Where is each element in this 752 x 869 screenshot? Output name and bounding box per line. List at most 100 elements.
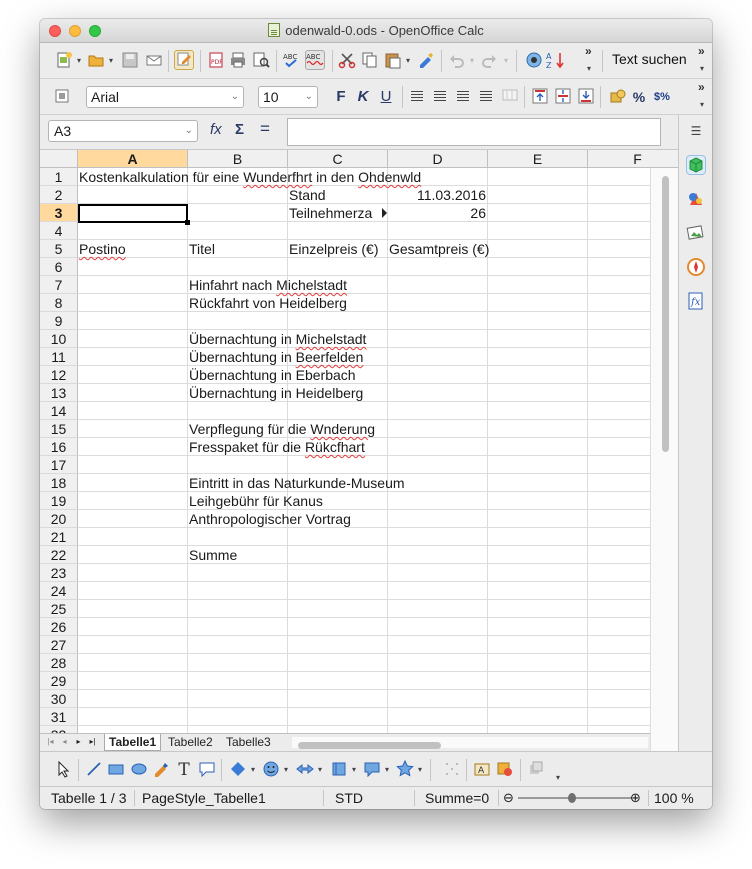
name-box-chevron-icon[interactable]: ⌄ [185,121,193,141]
row-header-2[interactable]: 2 [40,186,78,204]
row-header-16[interactable]: 16 [40,438,78,456]
row-header-15[interactable]: 15 [40,420,78,438]
row-header-31[interactable]: 31 [40,708,78,726]
horizontal-scrollbar-thumb[interactable] [298,742,441,749]
cell-b5[interactable]: Titel [188,240,215,258]
row-header-30[interactable]: 30 [40,690,78,708]
column-header-e[interactable]: E [488,150,588,168]
paste-dropdown-icon[interactable]: ▾ [404,51,412,71]
freeform-tool-icon[interactable] [151,760,171,780]
row-header-12[interactable]: 12 [40,366,78,384]
row-header-6[interactable]: 6 [40,258,78,276]
select-all-corner[interactable] [40,150,78,168]
zoom-in-icon[interactable]: ⊕ [630,787,641,809]
tab-tabelle2[interactable]: Tabelle2 [164,734,217,751]
row-header-10[interactable]: 10 [40,330,78,348]
spellcheck-icon[interactable]: ABC [282,51,302,71]
edit-mode-icon[interactable] [174,50,194,70]
redo-icon[interactable] [480,51,500,71]
format-toolbar-overflow-icon[interactable]: » [698,80,705,94]
column-header-f[interactable]: F [588,150,678,168]
copy-icon[interactable] [360,51,380,71]
font-size-chevron-icon[interactable]: ⌄ [305,87,313,107]
status-sum[interactable]: Summe=0 [425,787,489,809]
sum-icon[interactable]: Σ [235,121,244,138]
row-header-28[interactable]: 28 [40,654,78,672]
functions-icon[interactable]: fx [686,291,706,311]
basic-shapes-dropdown-icon[interactable]: ▾ [249,760,257,780]
cut-icon[interactable] [337,51,357,71]
page-preview-icon[interactable] [251,51,271,71]
cell-a1[interactable]: Kostenkalkulation für eine Wunderfhrt in… [78,168,421,186]
zoom-slider-knob[interactable] [568,793,576,803]
cell-d2[interactable]: 11.03.2016 [388,186,488,204]
next-sheet-icon[interactable]: ▸ [72,735,85,749]
cell-b15[interactable]: Verpflegung für die Wnderung [188,420,375,438]
from-file-icon[interactable] [495,760,515,780]
row-header-14[interactable]: 14 [40,402,78,420]
properties-icon[interactable] [686,155,706,175]
flowchart-icon[interactable] [329,760,349,780]
cell-b16[interactable]: Fresspaket für die Rükcfhart [188,438,365,456]
currency-format-icon[interactable] [608,87,628,107]
last-sheet-icon[interactable]: ▸| [86,735,99,749]
percent-format-button[interactable]: % [630,87,648,107]
align-center-icon[interactable] [434,91,446,102]
cell-d5[interactable]: Gesamtpreis (€) [388,240,489,258]
zoom-out-icon[interactable]: ⊖ [503,787,514,809]
cell-b8[interactable]: Rückfahrt von Heidelberg [188,294,347,312]
status-selection-mode[interactable]: STD [335,787,363,809]
cell-cursor-a3[interactable] [78,204,190,225]
rectangle-tool-icon[interactable] [106,760,126,780]
undo-icon[interactable] [446,51,466,71]
open-dropdown-icon[interactable]: ▾ [107,51,115,71]
paste-icon[interactable] [383,51,403,71]
basic-shapes-icon[interactable] [228,760,248,780]
fontwork-icon[interactable]: A [472,760,492,780]
function-wizard-icon[interactable]: fx [210,121,222,138]
styles-formatting-icon[interactable] [52,87,72,107]
merge-cells-icon[interactable] [500,87,520,107]
row-header-19[interactable]: 19 [40,492,78,510]
callouts-dropdown-icon[interactable]: ▾ [383,760,391,780]
font-name-box[interactable]: Arial ⌄ [86,86,244,108]
sidebar-menu-icon[interactable]: ☰ [686,121,706,141]
font-size-box[interactable]: 10 ⌄ [258,86,318,108]
number-format-button[interactable]: $% [653,87,671,107]
block-arrows-dropdown-icon[interactable]: ▾ [316,760,324,780]
stars-icon[interactable] [395,759,415,780]
tab-tabelle1[interactable]: Tabelle1 [104,734,162,751]
row-header-27[interactable]: 27 [40,636,78,654]
row-header-3[interactable]: 3 [40,204,78,222]
export-pdf-icon[interactable]: PDF [206,51,226,71]
row-header-20[interactable]: 20 [40,510,78,528]
cell-c5[interactable]: Einzelpreis (€) [288,240,378,258]
cell-b18[interactable]: Eintritt in das Naturkunde-Museum [188,474,405,492]
row-header-17[interactable]: 17 [40,456,78,474]
row-header-23[interactable]: 23 [40,564,78,582]
cell-d3[interactable]: 26 [388,204,488,222]
print-icon[interactable] [228,51,248,71]
toolbar-overflow-icon[interactable]: » [585,44,592,58]
spreadsheet-grid[interactable]: A B C D E F 1 2 3 4 5 6 7 8 9 10 11 12 13 14 15 16 17 18 1… [40,149,678,751]
row-header-26[interactable]: 26 [40,618,78,636]
text-tool-icon[interactable]: T [174,760,194,780]
drawing-toolbar-dropdown-icon[interactable]: ▾ [554,768,562,788]
cell-b11[interactable]: Übernachtung in Beerfelden [188,348,363,366]
row-header-9[interactable]: 9 [40,312,78,330]
sort-ascending-icon[interactable]: AZ [546,51,566,71]
column-header-b[interactable]: B [188,150,288,168]
cell-b7[interactable]: Hinfahrt nach Michelstadt [188,276,347,294]
autospellcheck-icon[interactable]: ABC [305,50,325,70]
vertical-scrollbar-thumb[interactable] [662,176,669,452]
save-icon[interactable] [120,51,140,71]
row-header-8[interactable]: 8 [40,294,78,312]
cell-c3[interactable]: Teilnehmerza [288,204,382,222]
horizontal-scrollbar[interactable] [292,737,648,749]
row-header-13[interactable]: 13 [40,384,78,402]
align-left-icon[interactable] [411,91,423,102]
status-page-style[interactable]: PageStyle_Tabelle1 [142,787,266,809]
row-header-21[interactable]: 21 [40,528,78,546]
row-header-25[interactable]: 25 [40,600,78,618]
row-header-4[interactable]: 4 [40,222,78,240]
